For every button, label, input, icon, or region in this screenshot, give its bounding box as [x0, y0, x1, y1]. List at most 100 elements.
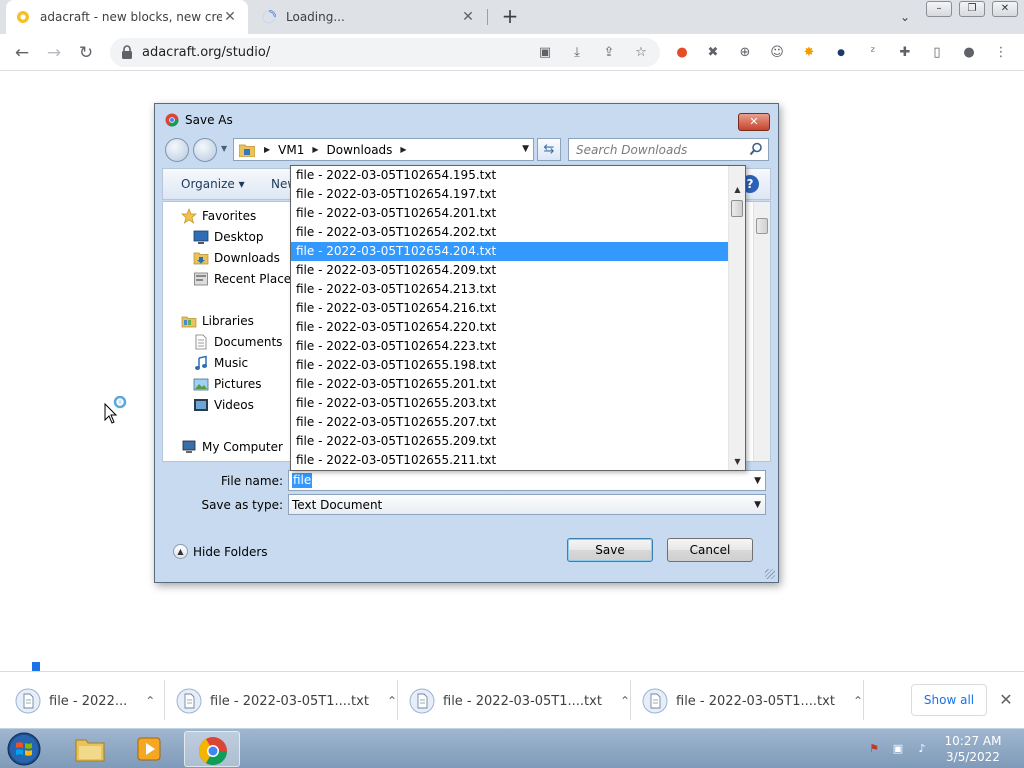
tab-search-chevron-icon[interactable]: ⌄: [894, 6, 916, 28]
autocomplete-item[interactable]: file - 2022-03-05T102655.203.txt: [291, 394, 728, 413]
autocomplete-item[interactable]: file - 2022-03-05T102655.211.txt: [291, 451, 728, 470]
autocomplete-item[interactable]: file - 2022-03-05T102654.202.txt: [291, 223, 728, 242]
extension-sleep-icon[interactable]: ᶻ: [864, 44, 882, 62]
breadcrumb-downloads[interactable]: Downloads: [327, 143, 393, 157]
address-dropdown-icon[interactable]: ▼: [522, 144, 529, 154]
breadcrumb-separator-icon[interactable]: ▶: [264, 145, 270, 154]
search-input[interactable]: Search Downloads: [568, 138, 769, 161]
autocomplete-item[interactable]: file - 2022-03-05T102655.198.txt: [291, 356, 728, 375]
browser-menu-icon[interactable]: ⋮: [992, 44, 1010, 62]
autocomplete-item-selected[interactable]: file - 2022-03-05T102654.204.txt: [291, 242, 728, 261]
save-as-type-dropdown-icon[interactable]: ▼: [754, 500, 761, 510]
chevron-up-icon[interactable]: ⌃: [620, 694, 630, 708]
close-shelf-icon[interactable]: ✕: [996, 688, 1016, 712]
bookmark-star-icon[interactable]: ☆: [632, 45, 650, 61]
tab-close-icon[interactable]: ✕: [460, 9, 476, 25]
resize-grip[interactable]: [765, 569, 775, 579]
system-clock[interactable]: 10:27 AM 3/5/2022: [936, 733, 1010, 765]
network-icon[interactable]: ▣: [890, 741, 906, 757]
extension-face-icon[interactable]: ☺: [768, 44, 786, 62]
nav-videos[interactable]: Videos: [193, 395, 254, 415]
breadcrumb-separator-icon[interactable]: ▶: [400, 145, 406, 154]
nav-libraries[interactable]: Libraries: [181, 311, 254, 331]
autocomplete-item[interactable]: file - 2022-03-05T102654.201.txt: [291, 204, 728, 223]
show-all-button[interactable]: Show all: [911, 684, 987, 716]
breadcrumb-separator-icon[interactable]: ▶: [312, 145, 318, 154]
tab-close-icon[interactable]: ✕: [222, 9, 238, 25]
autocomplete-item[interactable]: file - 2022-03-05T102654.216.txt: [291, 299, 728, 318]
tab-adacraft[interactable]: adacraft - new blocks, new creati ✕: [6, 0, 248, 34]
autocomplete-item[interactable]: file - 2022-03-05T102654.197.txt: [291, 185, 728, 204]
hide-folders-button[interactable]: ▲ Hide Folders: [173, 544, 268, 559]
windows-start-icon[interactable]: [6, 731, 42, 767]
forward-nav-icon[interactable]: [193, 138, 217, 162]
close-window-icon[interactable]: ✕: [992, 1, 1018, 17]
nav-desktop[interactable]: Desktop: [193, 227, 264, 247]
extension-sun-icon[interactable]: ✸: [800, 44, 818, 62]
taskbar-chrome[interactable]: [184, 731, 240, 767]
autocomplete-scrollbar[interactable]: ▲ ▼: [728, 166, 745, 470]
scrollbar-thumb[interactable]: [731, 200, 743, 217]
share-icon[interactable]: ⇪: [600, 45, 618, 61]
address-bar[interactable]: adacraft.org/studio/ ▣ ⤓ ⇪ ☆: [110, 38, 660, 67]
download-item[interactable]: file - 2022-03-05T1....txt ⌃: [642, 686, 863, 716]
tab-loading[interactable]: Loading... ✕: [252, 0, 486, 34]
autocomplete-item[interactable]: file - 2022-03-05T102655.209.txt: [291, 432, 728, 451]
nav-my-computer[interactable]: My Computer: [181, 437, 283, 457]
file-name-input[interactable]: file ▼: [288, 470, 766, 491]
refresh-icon[interactable]: ⇆: [537, 138, 561, 161]
autocomplete-item[interactable]: file - 2022-03-05T102654.223.txt: [291, 337, 728, 356]
organize-button[interactable]: Organize ▾: [181, 177, 245, 191]
restore-icon[interactable]: ❐: [959, 1, 985, 17]
autocomplete-item[interactable]: file - 2022-03-05T102654.195.txt: [291, 166, 728, 185]
extension-tools-icon[interactable]: ✖: [704, 44, 722, 62]
autocomplete-item[interactable]: file - 2022-03-05T102655.201.txt: [291, 375, 728, 394]
autocomplete-item[interactable]: file - 2022-03-05T102654.213.txt: [291, 280, 728, 299]
download-icon[interactable]: ⤓: [568, 45, 586, 61]
taskbar-explorer[interactable]: [62, 731, 118, 767]
nav-recent-places[interactable]: Recent Places: [193, 269, 297, 289]
breadcrumb[interactable]: ▶ VM1 ▶ Downloads ▶ ▼: [233, 138, 534, 161]
back-icon[interactable]: ←: [9, 40, 35, 66]
download-item[interactable]: file - 2022... ⌃: [15, 686, 155, 716]
nav-pictures[interactable]: Pictures: [193, 374, 262, 394]
chevron-up-icon[interactable]: ⌃: [145, 694, 155, 708]
scroll-down-icon[interactable]: ▼: [729, 454, 745, 470]
history-dropdown-icon[interactable]: ▼: [221, 144, 227, 153]
save-as-type-select[interactable]: Text Document ▼: [288, 494, 766, 515]
new-tab-icon[interactable]: +: [498, 5, 522, 29]
extension-target-icon[interactable]: ⊕: [736, 44, 754, 62]
nav-music[interactable]: Music: [193, 353, 248, 373]
profile-avatar-icon[interactable]: ●: [960, 44, 978, 62]
extension-color-icon[interactable]: ●: [673, 44, 691, 62]
volume-icon[interactable]: ♪: [914, 741, 930, 757]
scrollbar-thumb[interactable]: [756, 218, 768, 234]
cancel-button[interactable]: Cancel: [667, 538, 753, 562]
forward-icon[interactable]: →: [41, 40, 67, 66]
download-item[interactable]: file - 2022-03-05T1....txt ⌃: [409, 686, 630, 716]
chevron-up-icon[interactable]: ⌃: [853, 694, 863, 708]
nav-downloads[interactable]: Downloads: [193, 248, 280, 268]
download-item[interactable]: file - 2022-03-05T1....txt ⌃: [176, 686, 397, 716]
action-center-icon[interactable]: ⚑: [866, 741, 882, 757]
reload-icon[interactable]: ↻: [73, 40, 99, 66]
autocomplete-item[interactable]: file - 2022-03-05T102654.220.txt: [291, 318, 728, 337]
minimize-icon[interactable]: –: [926, 1, 952, 17]
save-button[interactable]: Save: [567, 538, 653, 562]
scroll-up-icon[interactable]: ▲: [729, 182, 745, 198]
breadcrumb-vm1[interactable]: VM1: [278, 143, 304, 157]
nav-favorites[interactable]: Favorites: [181, 206, 256, 226]
file-list-scrollbar[interactable]: [753, 202, 770, 461]
autocomplete-item[interactable]: file - 2022-03-05T102655.207.txt: [291, 413, 728, 432]
chevron-up-icon[interactable]: ⌃: [387, 694, 397, 708]
nav-documents[interactable]: Documents: [193, 332, 282, 352]
dialog-close-button[interactable]: ✕: [738, 113, 770, 131]
extension-dot-icon[interactable]: ●: [832, 44, 850, 62]
file-name-dropdown-icon[interactable]: ▼: [754, 476, 761, 486]
side-panel-icon[interactable]: ▯: [928, 44, 946, 62]
popup-blocked-icon[interactable]: ▣: [536, 45, 554, 61]
autocomplete-item[interactable]: file - 2022-03-05T102654.209.txt: [291, 261, 728, 280]
extensions-puzzle-icon[interactable]: ✚: [896, 44, 914, 62]
back-nav-icon[interactable]: [165, 138, 189, 162]
taskbar-media-player[interactable]: [122, 731, 178, 767]
